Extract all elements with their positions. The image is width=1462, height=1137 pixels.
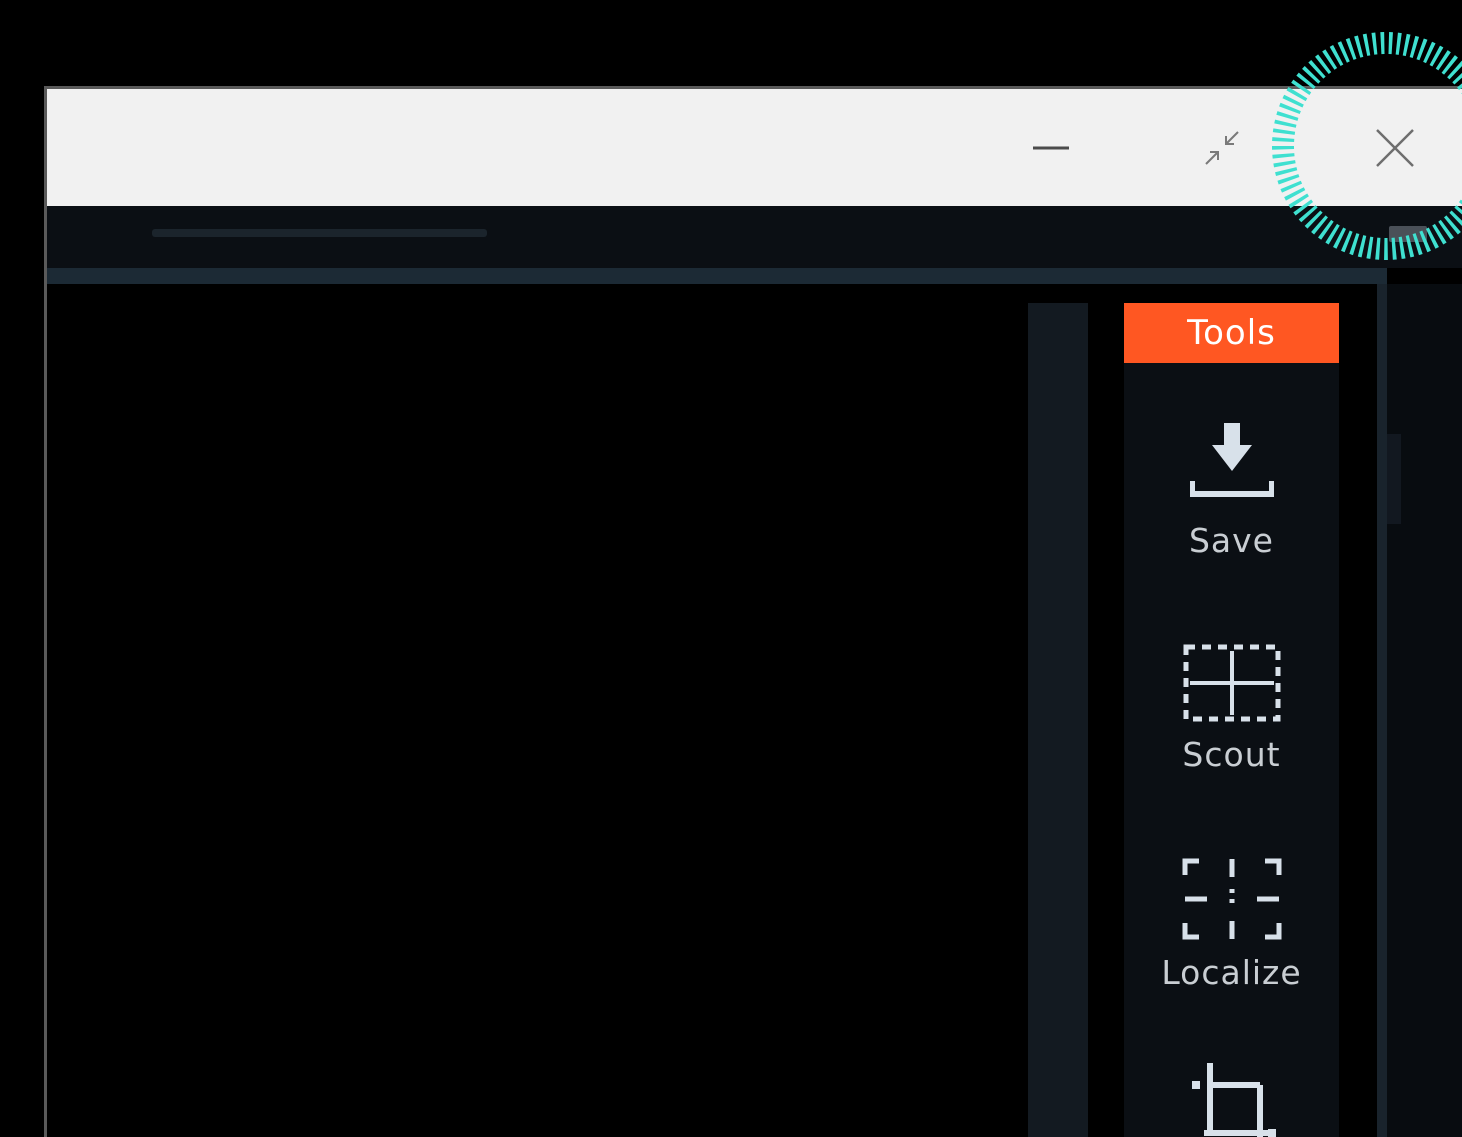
close-button[interactable] — [1340, 89, 1450, 206]
toolbar-chip[interactable] — [1389, 226, 1427, 242]
crop-icon — [1191, 1063, 1276, 1137]
panel-divider — [1028, 303, 1088, 1137]
scrollbar-thumb[interactable] — [1387, 434, 1401, 524]
localize-tool-button[interactable]: Localize — [1124, 855, 1339, 992]
title-bar — [47, 89, 1462, 206]
scout-icon — [1183, 644, 1280, 722]
minimize-icon — [1033, 146, 1069, 149]
save-tool-label: Save — [1188, 521, 1274, 560]
tools-panel: Tools Save Scout Localize — [1124, 303, 1339, 1137]
canvas-right-border — [1377, 284, 1387, 1137]
minimize-button[interactable] — [996, 89, 1106, 206]
close-icon — [1376, 128, 1414, 167]
localize-icon — [1182, 858, 1281, 940]
header-separator — [47, 268, 1387, 284]
document-title-placeholder — [152, 229, 487, 237]
scout-tool-button[interactable]: Scout — [1124, 641, 1339, 774]
scout-tool-label: Scout — [1182, 735, 1281, 774]
save-tool-button[interactable]: Save — [1124, 423, 1339, 560]
crop-tool-button[interactable] — [1124, 1063, 1339, 1137]
app-window: Tools Save Scout Localize — [44, 86, 1462, 1137]
top-toolbar-strip — [47, 206, 1462, 268]
tools-header: Tools — [1124, 303, 1339, 363]
vertical-scrollbar[interactable] — [1387, 284, 1462, 1137]
save-icon — [1189, 423, 1274, 497]
localize-tool-label: Localize — [1161, 953, 1302, 992]
restore-button[interactable] — [1167, 89, 1277, 206]
restore-icon — [1205, 130, 1239, 165]
